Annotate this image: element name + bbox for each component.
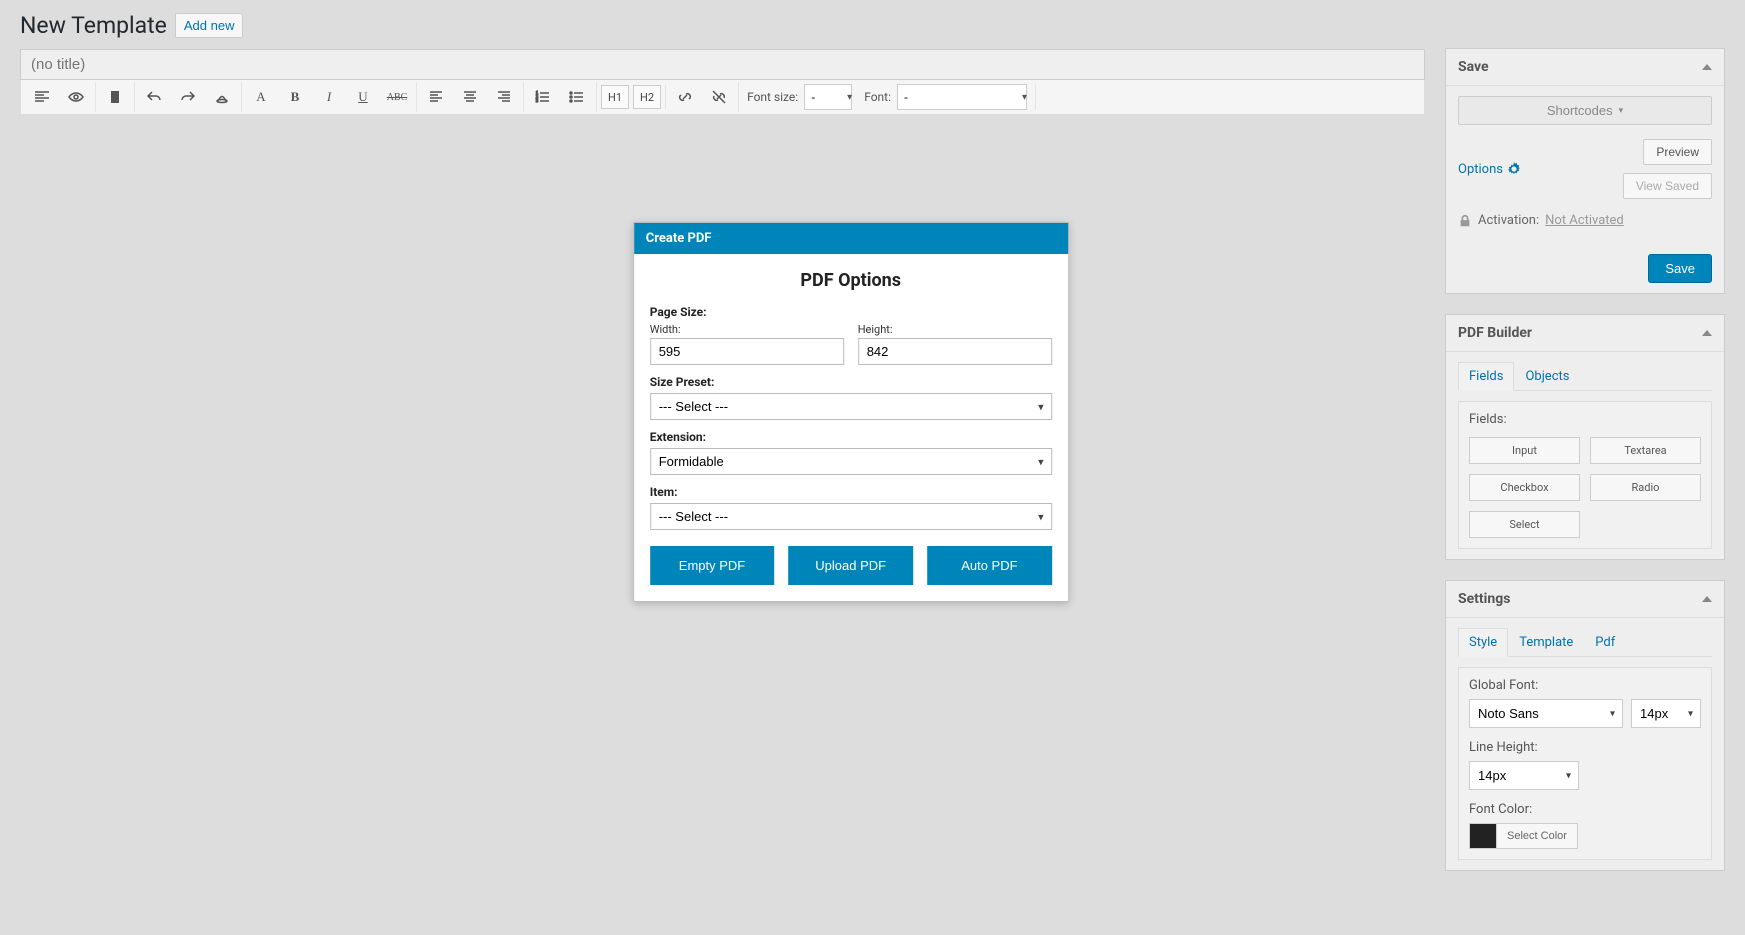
font-size-select[interactable]: - xyxy=(804,84,852,110)
page-size-label: Page Size: xyxy=(650,305,1052,319)
page-title: New Template xyxy=(20,12,167,39)
text-align-center-icon[interactable] xyxy=(453,82,487,112)
modal-header: Create PDF xyxy=(634,223,1068,254)
select-color-button[interactable]: Select Color xyxy=(1497,823,1578,849)
font-select[interactable]: - xyxy=(897,84,1027,110)
redo-icon[interactable] xyxy=(171,82,205,112)
height-input[interactable] xyxy=(858,338,1052,365)
underline-icon[interactable]: U xyxy=(346,82,380,112)
settings-tabs: Style Template Pdf xyxy=(1458,628,1712,657)
global-font-label: Global Font: xyxy=(1469,678,1701,693)
pdf-builder-panel: PDF Builder Fields Objects Fields: Input… xyxy=(1445,314,1725,560)
width-input[interactable] xyxy=(650,338,844,365)
unlink-icon[interactable] xyxy=(702,82,736,112)
font-size-label: Font size: xyxy=(741,90,804,104)
field-input[interactable]: Input xyxy=(1469,437,1580,464)
save-panel-title: Save xyxy=(1458,59,1489,75)
modal-title: PDF Options xyxy=(650,270,1052,291)
heading-2-button[interactable]: H2 xyxy=(633,85,661,109)
font-picker-icon[interactable]: A xyxy=(244,82,278,112)
unordered-list-icon[interactable] xyxy=(560,82,594,112)
ordered-list-icon[interactable]: 123 xyxy=(526,82,560,112)
settings-title: Settings xyxy=(1458,591,1510,607)
width-label: Width: xyxy=(650,323,844,336)
clear-format-icon[interactable] xyxy=(205,82,239,112)
paste-icon[interactable] xyxy=(98,82,132,112)
view-saved-button[interactable]: View Saved xyxy=(1623,173,1712,199)
text-align-left-icon[interactable] xyxy=(419,82,453,112)
empty-pdf-button[interactable]: Empty PDF xyxy=(650,546,775,585)
undo-icon[interactable] xyxy=(137,82,171,112)
size-preset-label: Size Preset: xyxy=(650,375,1052,389)
strikethrough-icon[interactable]: ABC xyxy=(380,82,414,112)
visibility-icon[interactable] xyxy=(59,82,93,112)
field-checkbox[interactable]: Checkbox xyxy=(1469,474,1580,501)
extension-label: Extension: xyxy=(650,430,1052,444)
gear-icon xyxy=(1507,162,1521,176)
tab-pdf[interactable]: Pdf xyxy=(1584,628,1626,657)
collapse-icon[interactable] xyxy=(1702,596,1712,602)
extension-select[interactable]: Formidable xyxy=(650,448,1052,475)
create-pdf-modal: Create PDF PDF Options Page Size: Width:… xyxy=(633,222,1069,602)
tab-style[interactable]: Style xyxy=(1458,628,1508,657)
save-panel: Save Shortcodes Options Preview View Sav… xyxy=(1445,48,1725,294)
text-align-right-icon[interactable] xyxy=(487,82,521,112)
height-label: Height: xyxy=(858,323,1052,336)
global-font-select[interactable]: Noto Sans xyxy=(1469,699,1623,728)
pdf-builder-title: PDF Builder xyxy=(1458,325,1532,341)
global-font-size-select[interactable]: 14px xyxy=(1631,699,1701,728)
font-label: Font: xyxy=(858,90,897,104)
font-color-swatch[interactable] xyxy=(1469,823,1497,849)
tab-objects[interactable]: Objects xyxy=(1514,362,1580,391)
tab-template[interactable]: Template xyxy=(1508,628,1584,657)
preview-button[interactable]: Preview xyxy=(1643,139,1712,165)
options-link[interactable]: Options xyxy=(1458,162,1521,177)
field-radio[interactable]: Radio xyxy=(1590,474,1701,501)
line-height-select[interactable]: 14px xyxy=(1469,761,1579,790)
auto-pdf-button[interactable]: Auto PDF xyxy=(927,546,1052,585)
field-textarea[interactable]: Textarea xyxy=(1590,437,1701,464)
settings-panel: Settings Style Template Pdf Global Font:… xyxy=(1445,580,1725,871)
collapse-icon[interactable] xyxy=(1702,330,1712,336)
size-preset-select[interactable]: --- Select --- xyxy=(650,393,1052,420)
collapse-icon[interactable] xyxy=(1702,64,1712,70)
align-left-icon[interactable] xyxy=(25,82,59,112)
activation-status-link[interactable]: Not Activated xyxy=(1545,213,1624,228)
fields-label: Fields: xyxy=(1469,412,1701,427)
activation-label: Activation: xyxy=(1478,213,1539,228)
lock-icon xyxy=(1458,214,1472,228)
builder-tabs: Fields Objects xyxy=(1458,362,1712,391)
svg-text:3: 3 xyxy=(536,98,538,103)
item-label: Item: xyxy=(650,485,1052,499)
field-select[interactable]: Select xyxy=(1469,511,1580,538)
item-select[interactable]: --- Select --- xyxy=(650,503,1052,530)
tab-fields[interactable]: Fields xyxy=(1458,362,1514,391)
italic-icon[interactable]: I xyxy=(312,82,346,112)
upload-pdf-button[interactable]: Upload PDF xyxy=(788,546,913,585)
bold-icon[interactable]: B xyxy=(278,82,312,112)
font-color-label: Font Color: xyxy=(1469,802,1701,817)
page-header: New Template Add new xyxy=(20,12,1425,39)
heading-1-button[interactable]: H1 xyxy=(601,85,629,109)
shortcodes-button[interactable]: Shortcodes xyxy=(1458,96,1712,125)
title-input[interactable] xyxy=(20,49,1425,80)
editor-toolbar: A B I U ABC 123 H1 H2 xyxy=(20,80,1425,115)
add-new-button[interactable]: Add new xyxy=(175,13,244,38)
line-height-label: Line Height: xyxy=(1469,740,1701,755)
link-icon[interactable] xyxy=(668,82,702,112)
save-button[interactable]: Save xyxy=(1648,254,1712,283)
